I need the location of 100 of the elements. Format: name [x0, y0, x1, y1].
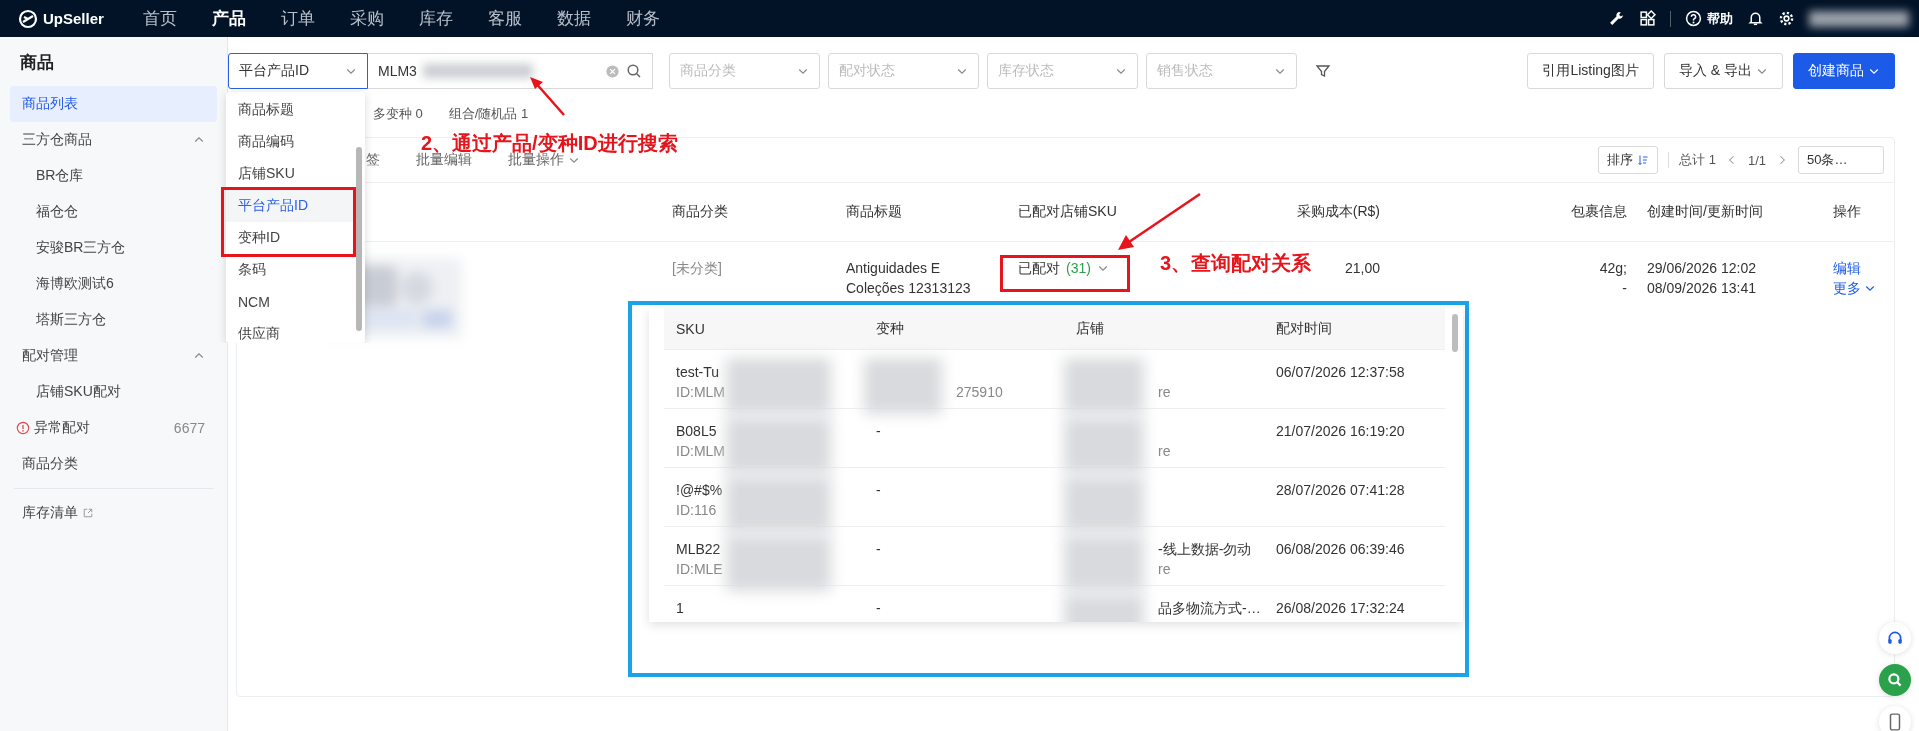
- table-cell-text: re: [1158, 383, 1172, 402]
- nav-tab[interactable]: 库存: [419, 7, 453, 30]
- sidebar-title: 商品: [19, 52, 55, 74]
- column-header: 商品分类: [671, 203, 729, 221]
- sort-icon: [1637, 154, 1650, 166]
- wrench-icon[interactable]: [1608, 10, 1625, 27]
- menu-item[interactable]: 变种ID: [226, 222, 353, 254]
- sidebar-item[interactable]: 安骏BR三方仓: [10, 230, 217, 266]
- table-cell-text: -: [876, 540, 882, 559]
- table-cell-text: 275910: [956, 383, 1004, 402]
- nav-tab[interactable]: 产品: [212, 7, 246, 30]
- table-cell-text: ID:MLM: [676, 383, 726, 402]
- column-header: 包裹信息: [1570, 203, 1628, 221]
- bell-icon[interactable]: [1747, 10, 1764, 27]
- table-cell-text: [未分类]: [671, 259, 723, 278]
- sidebar-item[interactable]: 海博欧测试6: [10, 266, 217, 302]
- logo-text: UpSeller: [43, 10, 104, 27]
- sidebar-item[interactable]: 店铺SKU配对: [10, 374, 217, 410]
- search-icon[interactable]: [626, 63, 642, 79]
- nav-tab[interactable]: 首页: [143, 7, 177, 30]
- menu-item[interactable]: 供应商: [226, 318, 353, 343]
- apps-icon[interactable]: [1639, 10, 1656, 27]
- column-header: 采购成本(R$): [1295, 203, 1381, 221]
- column-header: 商品标题: [845, 203, 903, 221]
- action-button[interactable]: 引用Listing图片: [1527, 53, 1654, 89]
- table-cell-text: -: [876, 481, 882, 500]
- table-cell-text: re: [1158, 442, 1172, 461]
- nav-tab[interactable]: 采购: [350, 7, 384, 30]
- table-cell-text: re: [1158, 560, 1172, 579]
- matched-sku-dropdown[interactable]: 已配对 (31): [1018, 258, 1109, 278]
- settings-icon[interactable]: [1778, 10, 1795, 27]
- table-cell-text: 29/06/2026 12:02: [1647, 259, 1757, 278]
- help-icon: [1685, 10, 1702, 27]
- page-indicator: 1/1: [1747, 152, 1766, 168]
- table-cell-text: ID:116: [676, 501, 718, 520]
- search-icon: [1886, 671, 1904, 689]
- table-cell: 21,00: [1344, 260, 1380, 276]
- column-header: 创建时间/更新时间: [1646, 203, 1764, 221]
- menu-item[interactable]: 商品编码: [226, 126, 353, 158]
- column-header: SKU: [675, 320, 706, 337]
- sidebar-item[interactable]: 福仓仓: [10, 194, 217, 230]
- search-type-select[interactable]: 平台产品ID: [228, 53, 368, 89]
- nav-tab[interactable]: 客服: [488, 7, 522, 30]
- filter-icon[interactable]: [1315, 63, 1331, 79]
- column-header: 操作: [1832, 203, 1862, 221]
- help-link[interactable]: 帮助: [1685, 9, 1733, 28]
- nav-tab[interactable]: 订单: [281, 7, 315, 30]
- stat-label[interactable]: 多变种 0: [373, 105, 423, 123]
- annotation-text: 3、查询配对关系: [1160, 251, 1312, 276]
- nav-tab[interactable]: 数据: [557, 7, 591, 30]
- external-link-icon: [82, 507, 94, 519]
- table-cell-text: 1: [676, 599, 685, 618]
- sort-button[interactable]: 排序: [1598, 146, 1659, 174]
- sidebar-item[interactable]: 塔斯三方仓: [10, 302, 217, 338]
- table-cell-text: ID:MLE: [676, 560, 724, 579]
- scrollbar-thumb[interactable]: [1452, 314, 1458, 352]
- menu-item[interactable]: 店铺SKU: [226, 158, 353, 190]
- table-cell-text: test-Tu: [676, 363, 721, 382]
- sidebar-item[interactable]: 库存清单: [10, 495, 217, 531]
- table-cell-text: MLB22: [676, 540, 722, 559]
- sidebar-item[interactable]: 异常配对 6677: [10, 410, 217, 446]
- table-cell-text: 28/07/2026 07:41:28: [1275, 481, 1406, 500]
- table-cell-text: 06/07/2026 12:37:58: [1275, 363, 1406, 382]
- table-cell-text: -: [1621, 279, 1627, 298]
- table-cell-text: 06/08/2026 06:39:46: [1275, 540, 1406, 559]
- table-cell-text: B08L5: [676, 422, 718, 441]
- table-cell-text: 品多物流方式-…: [1158, 599, 1262, 618]
- menu-item[interactable]: 商品标题: [226, 94, 353, 126]
- column-header: 已配对店铺SKU: [1017, 203, 1118, 221]
- column-header: 变种: [875, 319, 905, 338]
- scrollbar-thumb[interactable]: [356, 147, 362, 331]
- headset-icon: [1886, 629, 1904, 647]
- table-cell-text: -: [876, 599, 882, 618]
- column-header: 店铺: [1075, 319, 1105, 338]
- table-cell-text: ID:MLM: [676, 442, 726, 461]
- stat-label[interactable]: 组合/随机品 1: [448, 105, 529, 123]
- table-cell-text: -线上数据-勿动: [1158, 540, 1253, 559]
- table-cell-text: 26/08/2026 17:32:24: [1275, 599, 1406, 618]
- table-cell-text: 21/07/2026 16:19:20: [1275, 422, 1406, 441]
- action-button[interactable]: 导入 & 导出: [1663, 53, 1783, 89]
- table-cell-text: 08/09/2026 13:41: [1647, 279, 1757, 298]
- nav-tab[interactable]: 财务: [626, 7, 660, 30]
- sidebar-item[interactable]: 配对管理: [10, 338, 217, 374]
- table-cell-text: 42g;: [1598, 259, 1627, 278]
- action-button[interactable]: 创建商品: [1793, 53, 1895, 89]
- item-count: 6677: [173, 420, 205, 436]
- sidebar-item[interactable]: 商品分类: [10, 446, 217, 482]
- edit-link[interactable]: 编辑: [1833, 258, 1886, 278]
- column-header: 配对时间: [1275, 319, 1333, 338]
- menu-item[interactable]: 平台产品ID: [226, 190, 353, 222]
- search-field[interactable]: MLM3: [368, 53, 653, 89]
- menu-item[interactable]: NCM: [226, 286, 353, 318]
- sidebar-item[interactable]: 商品列表: [10, 86, 217, 122]
- more-link[interactable]: 更多: [1833, 278, 1886, 298]
- sidebar-item[interactable]: 三方仓商品: [10, 122, 217, 158]
- tab[interactable]: 签: [366, 151, 380, 169]
- product-title: Antiguidades E Coleções 12313123: [845, 259, 972, 298]
- sidebar-item[interactable]: BR仓库: [10, 158, 217, 194]
- page-size-select[interactable]: 50条…: [1798, 146, 1884, 174]
- menu-item[interactable]: 条码: [226, 254, 353, 286]
